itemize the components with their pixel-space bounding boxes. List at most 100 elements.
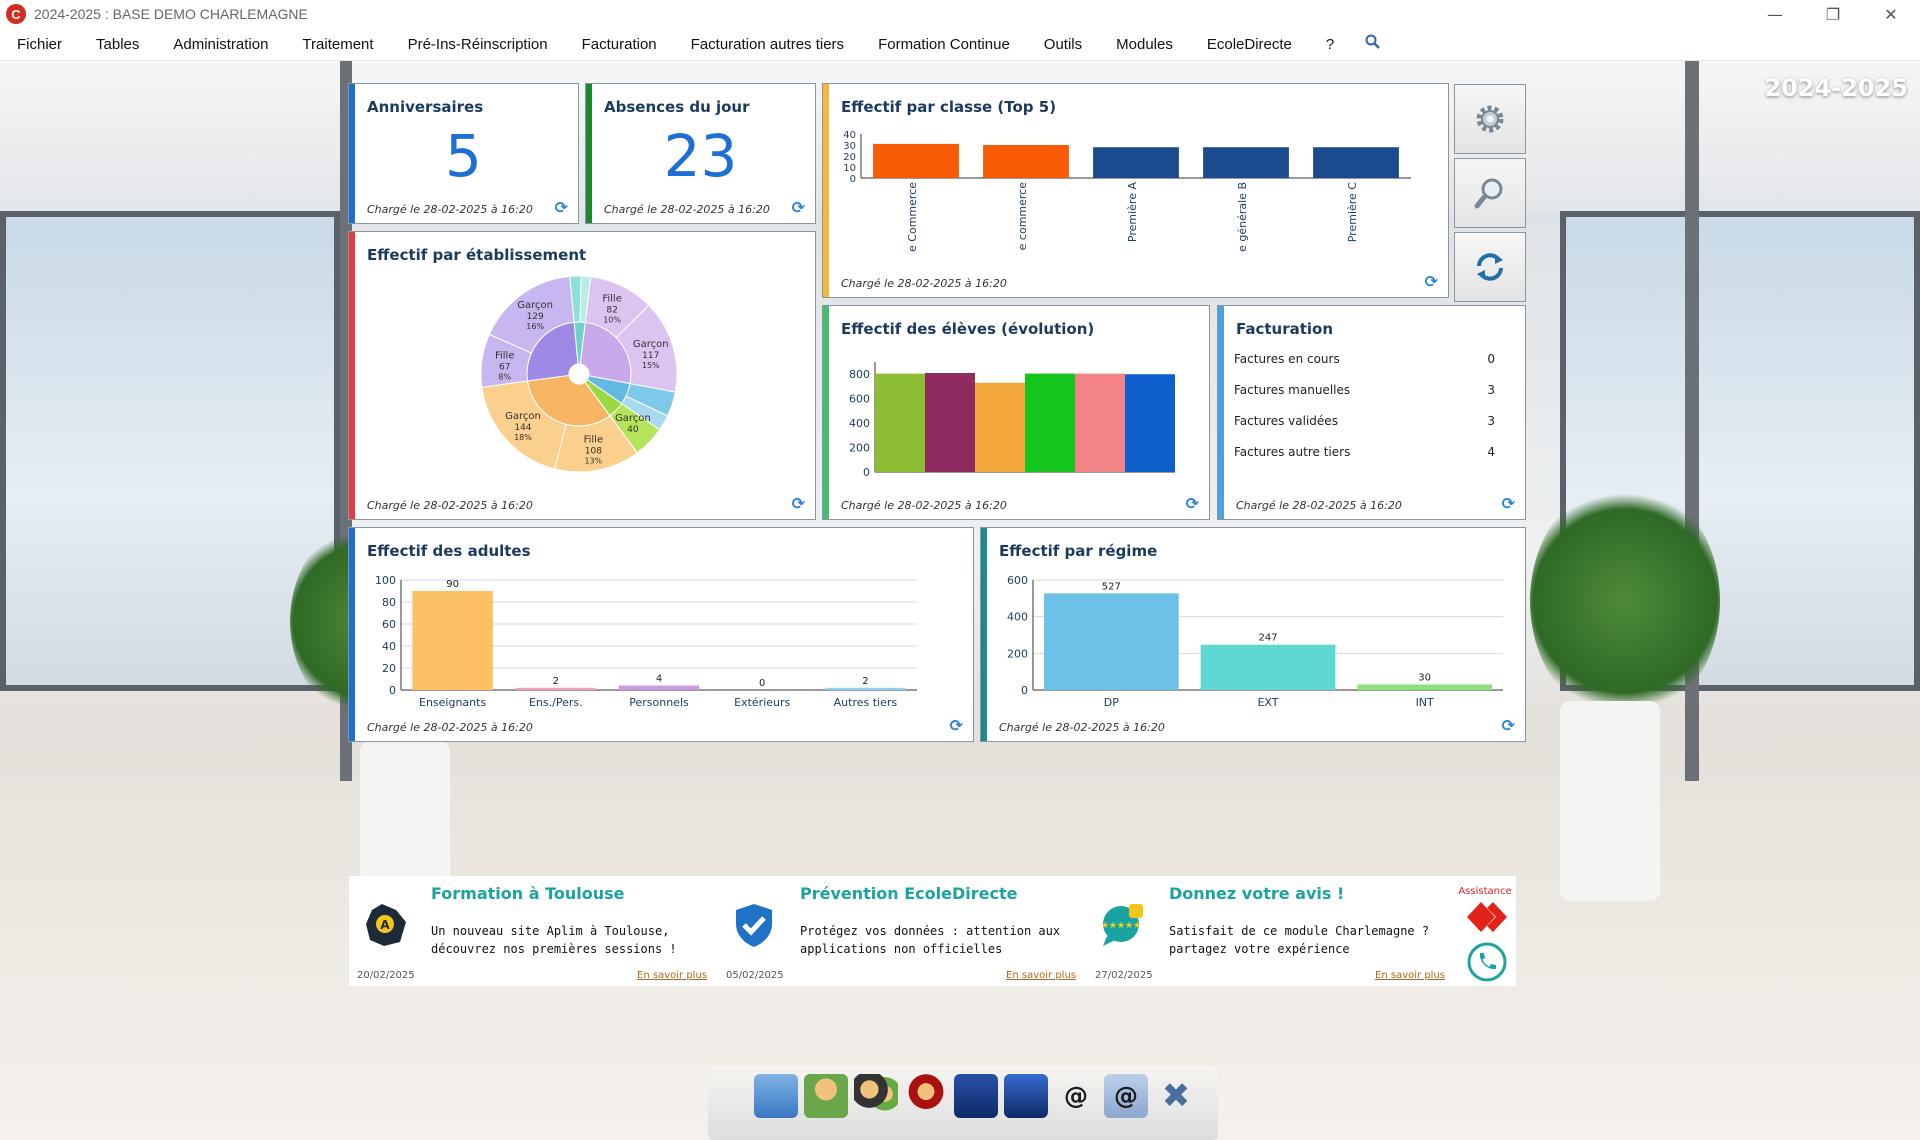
widget-facturation[interactable]: Facturation Factures en cours 0 Factures… [1217,305,1526,520]
menu-tables[interactable]: Tables [85,36,150,53]
widget-title: Effectif par régime [999,542,1158,560]
sync-icon [1477,253,1503,281]
refresh-icon[interactable]: ⟳ [1502,716,1515,735]
loaded-timestamp: Chargé le 28-02-2025 à 16:20 [1236,499,1402,512]
widget-title: Effectif par établissement [367,246,587,264]
x-tick-label: INT [1416,696,1434,709]
search-button[interactable] [1454,158,1526,228]
absences-count: 23 [663,122,738,190]
gear-icon [1476,105,1504,133]
widget-anniversaires[interactable]: Anniversaires 5 Chargé le 28-02-2025 à 1… [348,83,579,224]
background-window-left [0,211,340,691]
news-item[interactable]: ★★★★★ Donnez votre avis ! Satisfait de c… [1087,876,1455,986]
data-label: 2 [553,676,559,687]
news-link[interactable]: En savoir plus [1375,970,1445,981]
menu-ecoledirecte[interactable]: EcoleDirecte [1196,36,1303,53]
facturation-row[interactable]: Factures validées 3 [1234,414,1495,428]
phone-device-icon[interactable] [954,1074,998,1118]
menu-facturation[interactable]: Facturation [571,36,668,53]
chart-bar [1093,147,1179,178]
facturation-row[interactable]: Factures manuelles 3 [1234,383,1495,397]
data-label: 0 [759,678,765,689]
minimize-button[interactable]: — [1746,0,1804,28]
settings-button[interactable] [1454,84,1526,154]
data-label: 4 [656,674,662,685]
refresh-icon[interactable]: ⟳ [1502,494,1515,513]
chart-bar [1200,644,1336,690]
y-tick-label: 10 [843,163,856,174]
slice-label: Garçon [505,411,541,422]
widget-accent-bar [981,528,987,741]
news-link[interactable]: En savoir plus [1006,970,1076,981]
widget-effectif-adultes[interactable]: Effectif des adultes 0 20 40 60 80 100 90 Ensei… [348,527,974,742]
restore-button[interactable]: ❐ [1804,0,1862,28]
chart-bar [1125,374,1175,472]
refresh-icon[interactable]: ⟳ [1186,494,1199,513]
chart-bar [412,591,493,690]
refresh-icon[interactable]: ⟳ [555,198,568,217]
refresh-icon[interactable]: ⟳ [792,494,805,513]
close-x-icon[interactable]: ✖ [1154,1074,1198,1118]
slice-label: Garçon [633,339,669,350]
facturation-row[interactable]: Factures autre tiers 4 [1234,445,1495,459]
slice-value: 40 [627,425,639,435]
y-tick-label: 0 [389,684,396,697]
background-pot [1560,701,1660,901]
news-item[interactable]: A Formation à Toulouse Un nouveau site A… [349,876,717,986]
facturation-row-value: 4 [1487,445,1495,459]
chart-bar [1313,147,1399,178]
at-mail-icon[interactable]: @ [1104,1074,1148,1118]
slice-label: Fille [584,435,604,446]
menu-traitement[interactable]: Traitement [291,36,384,53]
chart-bar [1025,373,1075,472]
chart-bar [515,687,597,690]
news-item[interactable]: Prévention EcoleDirecte Protégez vos don… [718,876,1086,986]
loaded-timestamp: Chargé le 28-02-2025 à 16:20 [999,721,1165,734]
widget-effectif-regime[interactable]: Effectif par régime 0 200 400 600 527 DP 247 EX… [980,527,1526,742]
parents-icon[interactable] [854,1074,898,1118]
quick-launch-dock: @ @ ✖ [708,1066,1218,1140]
folder-icon[interactable] [754,1074,798,1118]
phone-icon[interactable] [1467,942,1507,982]
widget-effectif-classe[interactable]: Effectif par classe (Top 5) 0 10 20 30 40 e C… [822,83,1449,298]
facturation-row[interactable]: Factures en cours 0 [1234,352,1495,366]
data-label: 30 [1418,673,1431,684]
refresh-icon[interactable]: ⟳ [950,716,963,735]
news-title: Formation à Toulouse [431,884,625,903]
refresh-icon[interactable]: ⟳ [1425,272,1438,291]
x-tick-label: DP [1104,696,1119,709]
menu-facturation-autres-tiers[interactable]: Facturation autres tiers [680,36,855,53]
widget-effectif-etablissement[interactable]: Effectif par établissement Fille 82 10% Gar… [348,231,816,520]
widget-accent-bar [1218,306,1224,519]
sunburst-center [569,364,589,384]
widget-effectif-evolution[interactable]: Effectif des élèves (évolution) 0 200 400 6… [822,305,1210,520]
y-tick-label: 30 [843,141,856,152]
assistance-label: Assistance [1458,886,1512,897]
user-icon[interactable] [804,1074,848,1118]
slice-percent: 18% [514,433,532,442]
refresh-icon[interactable]: ⟳ [792,198,805,217]
at-icon[interactable]: @ [1054,1074,1098,1118]
menu-search-icon[interactable] [1365,34,1381,54]
phones-icon[interactable] [1004,1074,1048,1118]
slice-value: 67 [499,362,510,372]
news-date: 27/02/2025 [1095,970,1153,981]
widget-absences[interactable]: Absences du jour 23 Chargé le 28-02-2025… [585,83,816,224]
menu-outils[interactable]: Outils [1033,36,1093,53]
menu-pre-ins-reinscription[interactable]: Pré-Ins-Réinscription [397,36,559,53]
menu-administration[interactable]: Administration [162,36,279,53]
group-icon[interactable] [904,1074,948,1118]
chart-bar [975,382,1025,472]
widget-title: Anniversaires [367,98,484,116]
remote-assistance-icon[interactable] [1467,902,1507,932]
x-tick-label: Première A [1126,182,1139,243]
menu-fichier[interactable]: Fichier [6,36,73,53]
news-link[interactable]: En savoir plus [637,970,707,981]
slice-label: Fille [495,350,515,361]
close-button[interactable]: ✕ [1862,0,1920,28]
widget-accent-bar [349,232,355,519]
menu-modules[interactable]: Modules [1105,36,1184,53]
sync-button[interactable] [1454,232,1526,302]
menu-help[interactable]: ? [1315,36,1345,53]
menu-formation-continue[interactable]: Formation Continue [867,36,1021,53]
